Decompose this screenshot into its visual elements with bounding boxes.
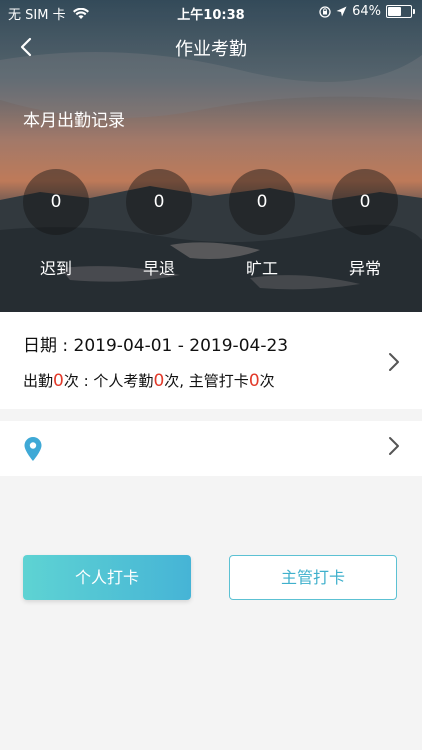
page-title: 作业考勤 (175, 39, 247, 60)
stat-late-label: 迟到 (39, 259, 72, 278)
manager-count: 0 (248, 371, 260, 391)
date-range-card[interactable]: 日期 : 2019-04-01 - 2019-04-23 出勤0次 : 个人考勤… (0, 312, 422, 409)
stat-abnormal-label: 异常 (348, 259, 381, 278)
header-background: 无 SIM 卡 上午10:38 64% 作业考勤 本月出勤记录 0 迟到 0 早… (0, 0, 422, 312)
manager-unit: 次 (259, 372, 275, 390)
stat-early-leave-value: 0 (126, 169, 192, 235)
stat-late[interactable]: 0 迟到 (22, 169, 90, 279)
attendance-unit: 次 : 个人考勤 (63, 372, 154, 390)
stat-absent[interactable]: 0 旷工 (228, 169, 296, 279)
stat-early-leave[interactable]: 0 早退 (125, 169, 193, 279)
status-bar: 无 SIM 卡 上午10:38 64% (0, 0, 422, 24)
location-row[interactable] (0, 421, 422, 476)
stat-abnormal[interactable]: 0 异常 (331, 169, 399, 279)
stat-late-value: 0 (23, 169, 89, 235)
location-chevron-right-icon[interactable] (388, 436, 400, 456)
personal-clock-in-button[interactable]: 个人打卡 (23, 555, 191, 600)
location-pin-icon (24, 437, 42, 461)
start-date: 2019-04-01 (73, 336, 173, 356)
stat-abnormal-value: 0 (332, 169, 398, 235)
stat-absent-label: 旷工 (245, 259, 278, 278)
month-attendance-label: 本月出勤记录 (23, 111, 125, 131)
date-range: 日期 : 2019-04-01 - 2019-04-23 (23, 331, 288, 356)
status-right: 64% (319, 4, 415, 19)
personal-count: 0 (153, 371, 165, 391)
manager-clock-in-button[interactable]: 主管打卡 (229, 555, 397, 600)
orientation-lock-icon (319, 5, 331, 18)
stat-early-leave-label: 早退 (142, 259, 175, 278)
end-date: 2019-04-23 (189, 336, 289, 356)
date-separator: - (172, 336, 190, 356)
stat-absent-value: 0 (229, 169, 295, 235)
date-prefix: 日期 : (23, 336, 74, 356)
attendance-label: 出勤 (23, 372, 54, 390)
battery-percent: 64% (352, 4, 381, 19)
attendance-count: 0 (53, 371, 64, 391)
battery-icon (386, 5, 415, 18)
attendance-summary: 出勤0次 : 个人考勤0次, 主管打卡0次 (23, 370, 275, 391)
chevron-right-icon[interactable] (388, 352, 400, 372)
location-arrow-icon (336, 6, 347, 17)
personal-unit: 次, 主管打卡 (164, 372, 249, 390)
